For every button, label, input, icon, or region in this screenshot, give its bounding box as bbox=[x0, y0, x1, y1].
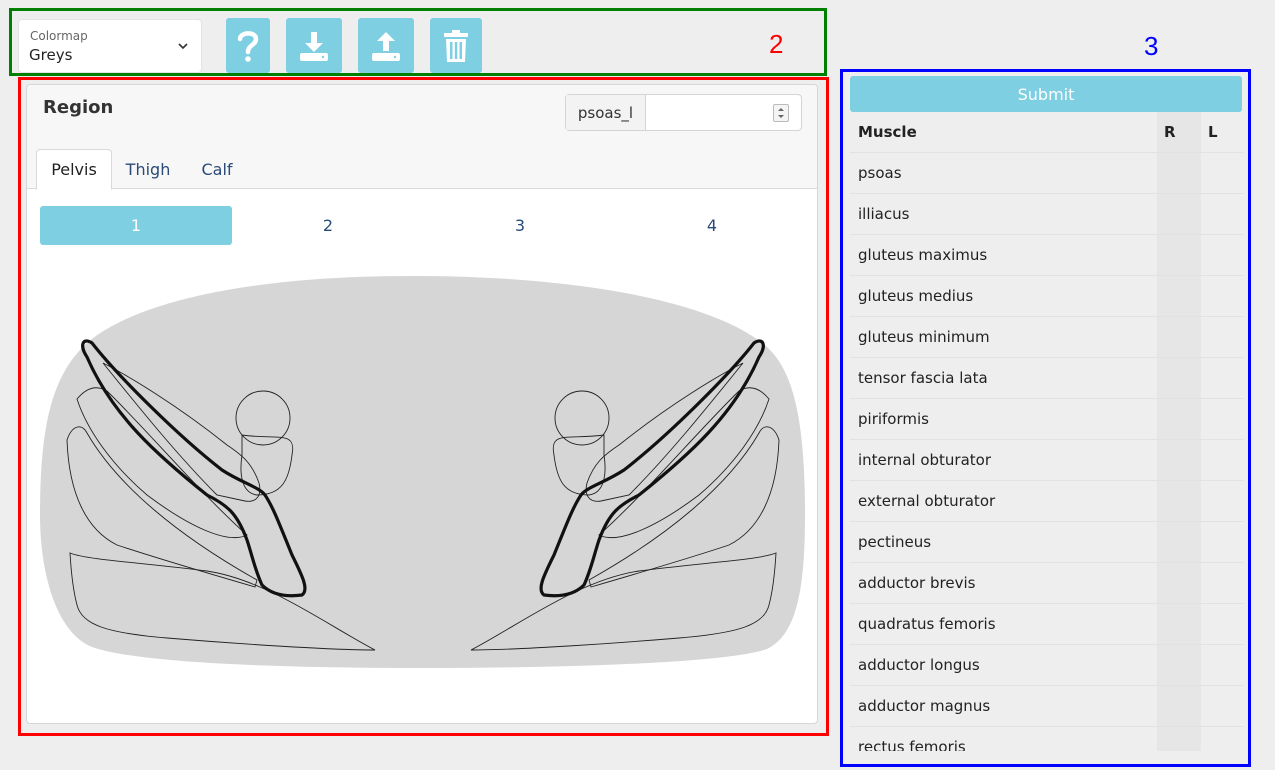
muscle-name: adductor magnus bbox=[858, 697, 991, 715]
table-row[interactable]: pectineus bbox=[850, 522, 1244, 563]
upload-icon bbox=[372, 31, 400, 61]
muscle-name: adductor longus bbox=[858, 656, 980, 674]
table-row[interactable]: adductor magnus bbox=[850, 686, 1244, 727]
muscle-name: psoas bbox=[858, 164, 902, 182]
tab-pelvis[interactable]: Pelvis bbox=[36, 149, 112, 190]
colormap-label: Colormap bbox=[30, 29, 88, 43]
slice-button-1[interactable]: 1 bbox=[40, 206, 232, 245]
tab-calf[interactable]: Calf bbox=[187, 149, 247, 190]
table-row[interactable]: gluteus minimum bbox=[850, 317, 1244, 358]
muscle-selector: psoas_l bbox=[565, 94, 802, 131]
muscle-selector-label: psoas_l bbox=[566, 95, 646, 130]
clear-button[interactable] bbox=[430, 18, 482, 73]
muscle-name: rectus femoris bbox=[858, 738, 966, 751]
table-row[interactable]: psoas bbox=[850, 153, 1244, 194]
slice-button-3[interactable]: 3 bbox=[424, 206, 616, 245]
table-row[interactable]: rectus femoris bbox=[850, 727, 1244, 751]
pelvis-body-outline bbox=[40, 275, 805, 668]
muscle-name: gluteus medius bbox=[858, 287, 974, 305]
table-row[interactable]: internal obturator bbox=[850, 440, 1244, 481]
slice-button-4[interactable]: 4 bbox=[616, 206, 808, 245]
pelvis-cross-section[interactable] bbox=[27, 255, 818, 724]
muscle-name: adductor brevis bbox=[858, 574, 976, 592]
spinner-arrows-icon bbox=[778, 108, 784, 118]
number-spinner-icon[interactable] bbox=[773, 104, 789, 122]
muscle-name: external obturator bbox=[858, 492, 996, 510]
table-row[interactable]: piriformis bbox=[850, 399, 1244, 440]
header-muscle: Muscle bbox=[858, 123, 917, 141]
annotation-number-2: 2 bbox=[769, 29, 784, 59]
help-icon bbox=[237, 30, 259, 62]
muscle-name: quadratus femoris bbox=[858, 615, 996, 633]
region-title: Region bbox=[43, 97, 114, 118]
table-row[interactable]: adductor brevis bbox=[850, 563, 1244, 604]
tab-thigh[interactable]: Thigh bbox=[115, 149, 181, 190]
table-row[interactable]: tensor fascia lata bbox=[850, 358, 1244, 399]
download-button[interactable] bbox=[286, 18, 342, 73]
muscle-name: internal obturator bbox=[858, 451, 991, 469]
colormap-value: Greys bbox=[29, 46, 73, 64]
table-row[interactable]: gluteus maximus bbox=[850, 235, 1244, 276]
table-row[interactable]: quadratus femoris bbox=[850, 604, 1244, 645]
upload-button[interactable] bbox=[358, 18, 414, 73]
table-row[interactable]: external obturator bbox=[850, 481, 1244, 522]
download-icon bbox=[300, 31, 328, 61]
help-button[interactable] bbox=[226, 18, 270, 73]
table-row[interactable]: adductor longus bbox=[850, 645, 1244, 686]
region-panel: Region psoas_l Pelvis Thigh Calf 1 2 3 4 bbox=[26, 84, 818, 724]
muscle-name: tensor fascia lata bbox=[858, 369, 988, 387]
table-header: Muscle R L bbox=[850, 112, 1244, 153]
muscle-name: gluteus maximus bbox=[858, 246, 988, 264]
header-left: L bbox=[1208, 123, 1218, 141]
table-row[interactable]: illiacus bbox=[850, 194, 1244, 235]
muscle-table: Muscle R L psoas illiacus gluteus maximu… bbox=[850, 112, 1244, 751]
header-right: R bbox=[1164, 123, 1176, 141]
colormap-select[interactable]: Colormap Greys bbox=[18, 19, 202, 73]
annotation-number-3: 3 bbox=[1144, 31, 1159, 61]
muscle-value-input[interactable] bbox=[646, 95, 801, 130]
chevron-down-icon bbox=[178, 43, 188, 50]
region-header: Region psoas_l Pelvis Thigh Calf bbox=[27, 85, 817, 190]
muscle-name: illiacus bbox=[858, 205, 910, 223]
muscle-name: gluteus minimum bbox=[858, 328, 990, 346]
muscle-name: pectineus bbox=[858, 533, 932, 551]
trash-icon bbox=[444, 29, 468, 62]
submit-button[interactable]: Submit bbox=[850, 76, 1242, 112]
table-row[interactable]: gluteus medius bbox=[850, 276, 1244, 317]
muscle-name: piriformis bbox=[858, 410, 929, 428]
slice-button-2[interactable]: 2 bbox=[232, 206, 424, 245]
